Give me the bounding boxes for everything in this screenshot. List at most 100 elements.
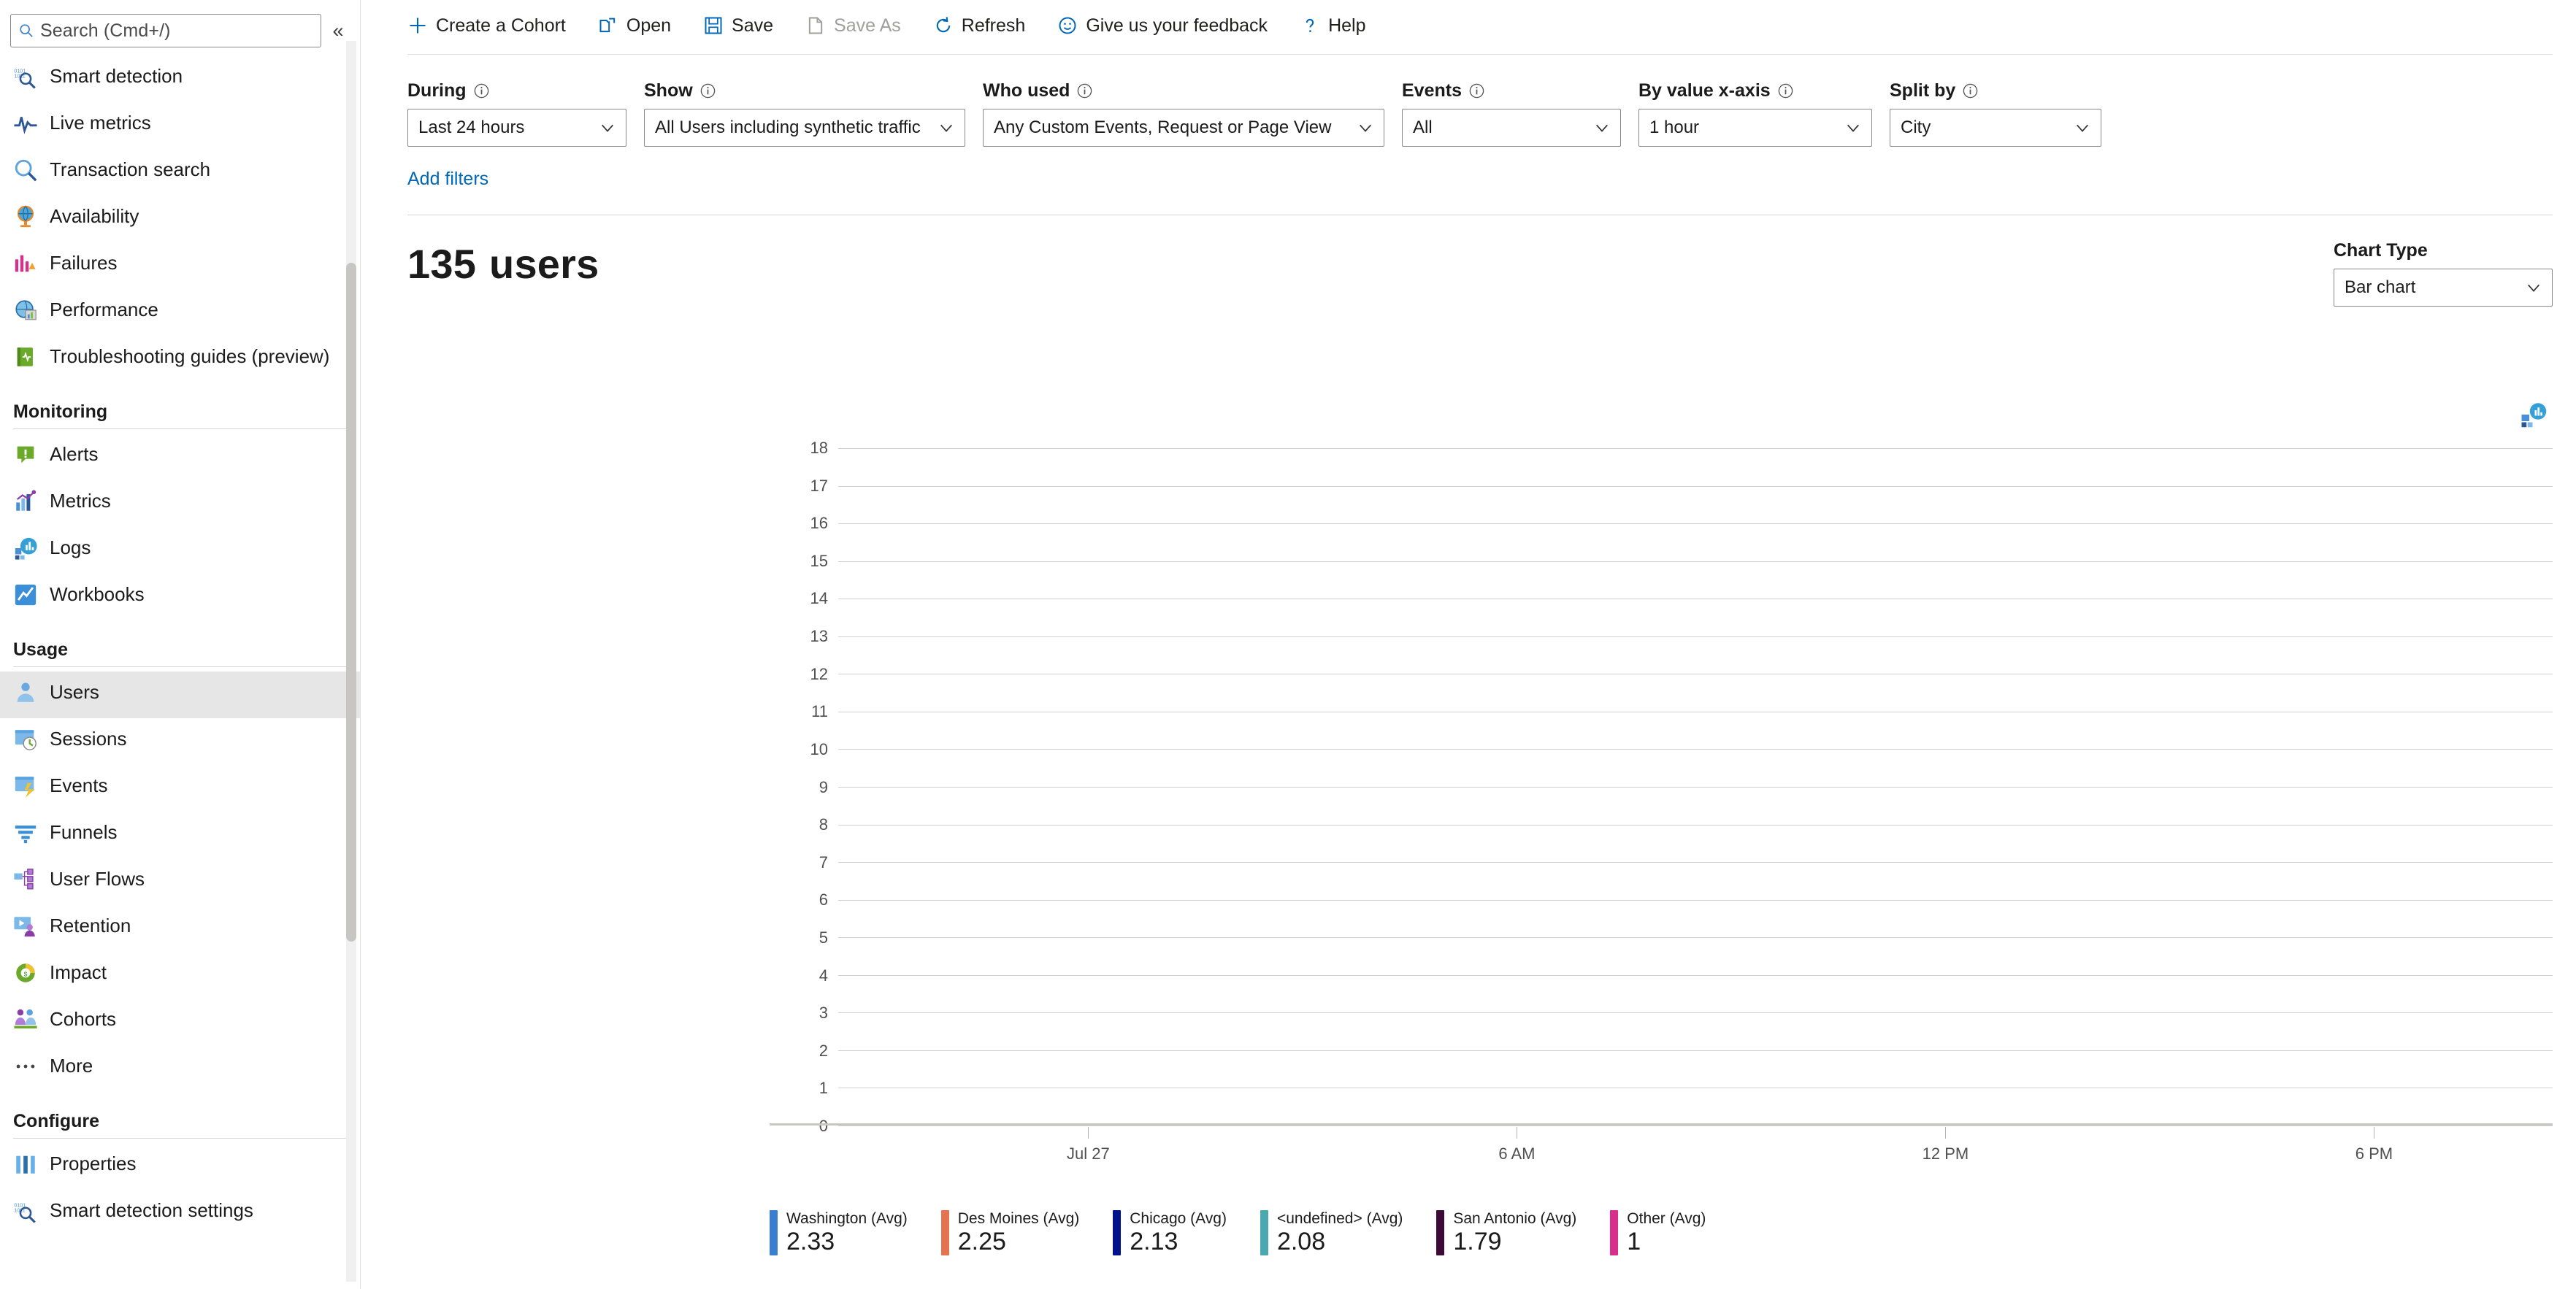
sidebar-item-funnels[interactable]: Funnels: [0, 812, 361, 858]
sidebar-item-label: Cohorts: [50, 1008, 117, 1030]
refresh-button[interactable]: Refresh: [933, 15, 1042, 36]
sidebar-item-impact[interactable]: $ Impact: [0, 952, 361, 999]
legend-item[interactable]: Washington (Avg) 2.33: [770, 1210, 908, 1255]
alerts-icon: [13, 442, 38, 467]
show-select[interactable]: All Users including synthetic traffic: [644, 109, 965, 147]
sidebar-item-troubleshooting-guides[interactable]: Troubleshooting guides (preview): [0, 336, 361, 382]
show-value: All Users including synthetic traffic: [655, 118, 921, 137]
sessions-icon: [13, 727, 38, 752]
info-icon[interactable]: [1076, 82, 1093, 99]
sidebar-item-label: Failures: [50, 252, 118, 274]
give-us-your-feedback-button[interactable]: Give us your feedback: [1057, 15, 1284, 36]
save-button[interactable]: Save: [703, 15, 789, 36]
smart-detection-icon: 0101 1011: [13, 1198, 38, 1223]
info-icon[interactable]: [1777, 82, 1794, 99]
sidebar-item-events[interactable]: Events: [0, 765, 361, 812]
events-icon: [13, 774, 38, 799]
legend-item[interactable]: <undefined> (Avg) 2.08: [1260, 1210, 1403, 1255]
legend-series-value: 2.33: [786, 1228, 835, 1255]
users-bar-chart: 0 1 2 3 4 5 6 7 8 9 10 11 12 13 14 15 16 17 18 Jul 27 6 AM 1…: [770, 439, 2553, 1171]
info-icon[interactable]: [1962, 82, 1979, 99]
sidebar-item-label: Transaction search: [50, 158, 211, 180]
users-unit: users: [489, 241, 599, 287]
main-content: Create a Cohort Open Save Save As Refres…: [361, 0, 2576, 1289]
chart-x-axis-labels: Jul 27 6 AM 12 PM 6 PM: [838, 1126, 2553, 1171]
add-filters-link[interactable]: Add filters: [407, 169, 488, 190]
during-select[interactable]: Last 24 hours: [407, 109, 626, 147]
save-as-button[interactable]: Save As: [805, 15, 917, 36]
sidebar-item-label: Metrics: [50, 490, 111, 512]
pin-to-dashboard-icon[interactable]: [2521, 401, 2547, 428]
sidebar-item-cohorts[interactable]: Cohorts: [0, 999, 361, 1045]
divider: [13, 666, 348, 667]
bar-slot: [2196, 448, 2267, 1126]
bar-slot: [1909, 448, 1981, 1126]
legend-item[interactable]: San Antonio (Avg) 1.79: [1436, 1210, 1576, 1255]
bar-slot: [1695, 448, 1767, 1126]
sidebar-item-metrics[interactable]: Metrics: [0, 480, 361, 527]
filter-label: Events: [1402, 80, 1462, 101]
sidebar-item-label: Properties: [50, 1153, 137, 1174]
toolbar-item-label: Open: [626, 15, 672, 36]
legend-item[interactable]: Chicago (Avg) 2.13: [1113, 1210, 1227, 1255]
info-icon[interactable]: [699, 82, 716, 99]
sidebar-item-properties[interactable]: Properties: [0, 1143, 361, 1190]
toolbar-item-label: Refresh: [961, 15, 1026, 36]
filter-label: Split by: [1890, 80, 1956, 101]
sidebar-item-failures[interactable]: Failures: [0, 242, 361, 289]
bar-slot: [2124, 448, 2196, 1126]
chart-type-control: Chart Type Bar chart: [2334, 240, 2553, 307]
bar-slot: [1195, 448, 1267, 1126]
performance-icon: [13, 298, 38, 323]
sidebar-item-logs[interactable]: Logs: [0, 527, 361, 574]
sidebar-item-retention[interactable]: Retention: [0, 905, 361, 952]
sidebar-item-label: Retention: [50, 915, 131, 936]
headline-row: 135 users Chart Type Bar chart: [407, 215, 2576, 307]
who-used-select[interactable]: Any Custom Events, Request or Page View: [983, 109, 1384, 147]
sidebar-scrollbar-thumb[interactable]: [346, 263, 356, 942]
sidebar-item-users[interactable]: Users: [0, 672, 361, 718]
toolbar-item-label: Help: [1328, 15, 1366, 36]
legend-item[interactable]: Other (Avg) 1: [1610, 1210, 1706, 1255]
sidebar-item-more[interactable]: More: [0, 1045, 361, 1092]
sidebar-item-performance[interactable]: Performance: [0, 289, 361, 336]
chevron-down-icon: [2074, 120, 2090, 136]
sidebar-item-live-metrics[interactable]: Live metrics: [0, 102, 361, 149]
info-icon[interactable]: [473, 82, 490, 99]
chart-type-select[interactable]: Bar chart: [2334, 269, 2553, 307]
sidebar-item-smart-detection[interactable]: 0101 1011 Smart detection: [0, 55, 361, 102]
chart-type-label: Chart Type: [2334, 240, 2428, 261]
info-icon[interactable]: [1468, 82, 1485, 99]
y-axis-tick-label: 1: [819, 1079, 828, 1098]
y-axis-tick-label: 5: [819, 928, 828, 947]
sidebar-section-title: Configure: [13, 1111, 100, 1131]
bar-slot: [2052, 448, 2124, 1126]
bar-slot: [1052, 448, 1124, 1126]
help-button[interactable]: Help: [1300, 15, 1381, 36]
sidebar-item-availability[interactable]: Availability: [0, 196, 361, 242]
search-icon: [13, 158, 38, 182]
chevron-down-icon: [938, 120, 954, 136]
create-a-cohort-button[interactable]: Create a Cohort: [407, 15, 582, 36]
sidebar-item-workbooks[interactable]: Workbooks: [0, 574, 361, 620]
sidebar-item-sessions[interactable]: Sessions: [0, 718, 361, 765]
sidebar-item-transaction-search[interactable]: Transaction search: [0, 149, 361, 196]
sidebar-item-smart-detection-settings[interactable]: 0101 1011 Smart detection settings: [0, 1190, 361, 1236]
by-value-x-axis-select[interactable]: 1 hour: [1638, 109, 1872, 147]
sidebar-search-row: Search (Cmd+/) «: [0, 10, 361, 51]
search-input[interactable]: Search (Cmd+/): [10, 14, 321, 47]
split-by-select[interactable]: City: [1890, 109, 2101, 147]
sidebar-section-configure: Configure: [0, 1092, 361, 1139]
sidebar-item-label: User Flows: [50, 868, 145, 890]
sidebar-item-user-flows[interactable]: User Flows: [0, 858, 361, 905]
events-select[interactable]: All: [1402, 109, 1621, 147]
bar-slot: [1981, 448, 2052, 1126]
sidebar-item-alerts[interactable]: Alerts: [0, 434, 361, 480]
filter-label-wrap: Who used: [983, 80, 1384, 101]
legend-series-value: 2.13: [1130, 1228, 1178, 1255]
legend-item[interactable]: Des Moines (Avg) 2.25: [940, 1210, 1079, 1255]
sidebar-item-label: Alerts: [50, 443, 99, 465]
open-button[interactable]: Open: [598, 15, 687, 36]
sidebar-item-label: Troubleshooting guides (preview): [50, 345, 330, 367]
legend-color-swatch: [1610, 1210, 1619, 1255]
